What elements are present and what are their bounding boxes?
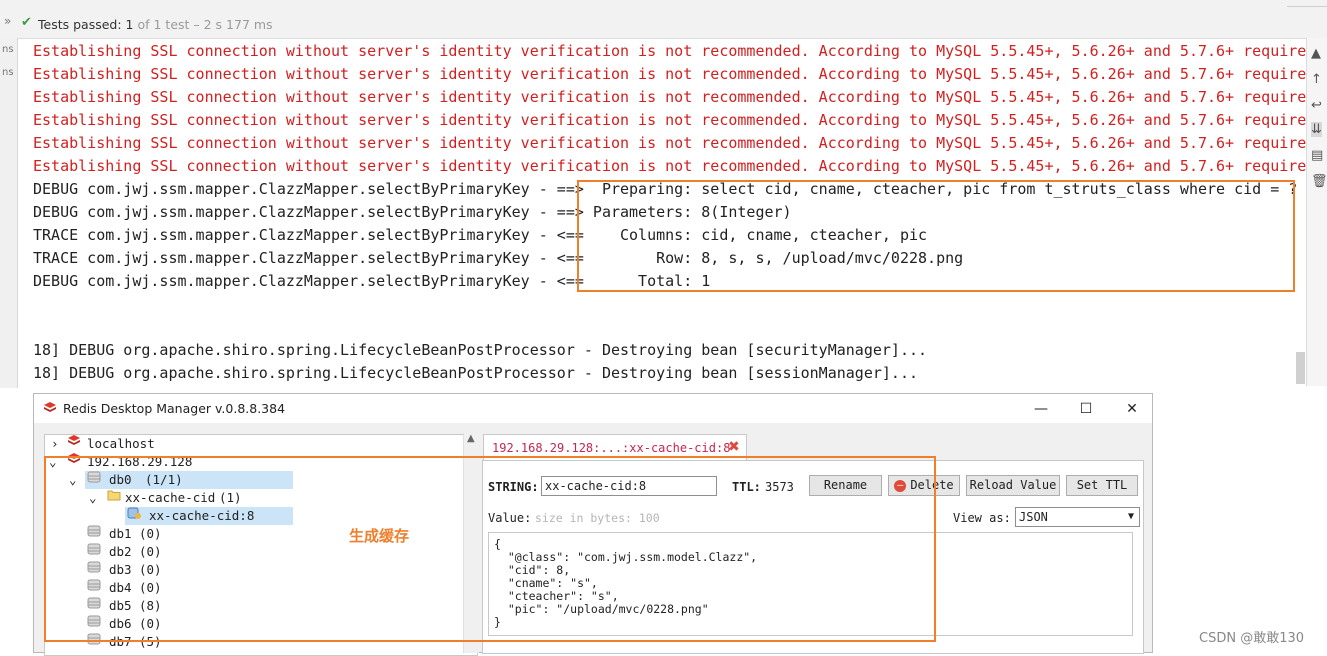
- window-title: Redis Desktop Manager v.0.8.8.384: [63, 401, 286, 416]
- scroll-up-arrow-icon[interactable]: ▲: [467, 433, 475, 444]
- minimize-button[interactable]: —: [1026, 398, 1056, 420]
- console-line: Establishing SSL connection without serv…: [33, 42, 1306, 60]
- close-button[interactable]: ✕: [1117, 398, 1147, 420]
- tests-detail: of 1 test – 2 s 177 ms: [137, 17, 273, 32]
- tree-item-localhost[interactable]: › localhost: [45, 435, 475, 453]
- console-line: Establishing SSL connection without serv…: [33, 134, 1306, 152]
- gutter-label: ns: [2, 67, 14, 78]
- view-as-value: JSON: [1019, 510, 1048, 524]
- soft-wrap-icon[interactable]: ↩: [1311, 98, 1322, 113]
- watermark: CSDN @敢敢130: [1199, 631, 1305, 646]
- view-as-select[interactable]: JSON ▼: [1015, 507, 1140, 527]
- set-ttl-button[interactable]: Set TTL: [1066, 475, 1138, 496]
- connection-label: localhost: [87, 436, 155, 451]
- scroll-to-end-icon[interactable]: ⇊: [1311, 122, 1322, 137]
- tab-close-icon[interactable]: ✖: [728, 439, 740, 455]
- redis-logo-icon: [44, 402, 56, 412]
- test-status: Tests passed: 1 of 1 test – 2 s 177 ms: [38, 17, 273, 32]
- tests-label: Tests passed:: [38, 17, 122, 32]
- title-bar: Redis Desktop Manager v.0.8.8.384 — ☐ ✕: [34, 394, 1152, 423]
- dropdown-caret-icon: ▼: [1127, 511, 1134, 522]
- console-line: Establishing SSL connection without serv…: [33, 111, 1306, 129]
- gutter-label: ns: [2, 44, 14, 55]
- console-scrollbar[interactable]: [1296, 352, 1305, 384]
- view-as-label: View as:: [953, 511, 1011, 525]
- test-status-bar: » ✔ Tests passed: 1 of 1 test – 2 s 177 …: [0, 0, 1327, 39]
- console-line: 18] DEBUG org.apache.shiro.spring.Lifecy…: [33, 364, 919, 382]
- rerun-icon[interactable]: ↑: [1311, 72, 1322, 87]
- sql-highlight-box: [577, 180, 1295, 292]
- expand-chevron-icon[interactable]: »: [4, 14, 11, 28]
- cache-highlight-box: [44, 456, 936, 642]
- annotation-label: 生成缓存: [349, 527, 410, 545]
- console-line: 18] DEBUG org.apache.shiro.spring.Lifecy…: [33, 341, 928, 359]
- reload-value-button[interactable]: Reload Value: [966, 475, 1060, 496]
- console-line: Establishing SSL connection without serv…: [33, 88, 1306, 106]
- tests-count: 1: [125, 17, 134, 32]
- console-toolbar: ▲ ↑ ↩ ⇊ ▤ 🗑: [1306, 38, 1327, 386]
- divider: [1287, 6, 1327, 7]
- console-gutter: ns ns: [0, 38, 18, 388]
- tab-label: 192.168.29.128:...:xx-cache-cid:8: [492, 441, 731, 455]
- console-line: Establishing SSL connection without serv…: [33, 65, 1306, 83]
- console-line: Establishing SSL connection without serv…: [33, 157, 1306, 175]
- print-icon[interactable]: ▤: [1311, 148, 1323, 163]
- scroll-up-icon[interactable]: ▲: [1311, 46, 1321, 61]
- trash-icon[interactable]: 🗑: [1311, 174, 1327, 189]
- check-icon: ✔: [21, 15, 32, 30]
- maximize-button[interactable]: ☐: [1071, 398, 1101, 420]
- chevron-right-icon[interactable]: ›: [51, 435, 59, 453]
